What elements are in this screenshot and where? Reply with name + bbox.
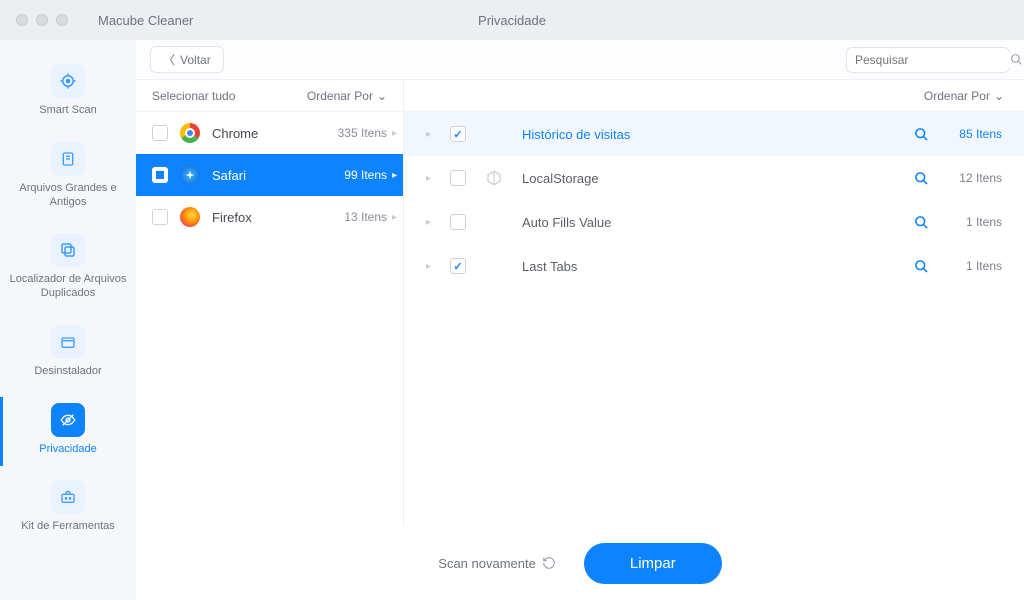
magnify-icon[interactable]	[914, 259, 929, 274]
sort-button[interactable]: Ordenar Por ⌄	[307, 89, 387, 103]
eye-off-icon	[51, 403, 85, 437]
chevron-right-icon: ▸	[392, 128, 397, 139]
sidebar-item-duplicates[interactable]: Localizador de Arquivos Duplicados	[0, 223, 136, 315]
category-name: LocalStorage	[522, 171, 896, 186]
rescan-label: Scan novamente	[438, 556, 536, 571]
magnify-icon[interactable]	[914, 127, 929, 142]
app-title: Macube Cleaner	[98, 13, 193, 28]
browser-row-safari[interactable]: Safari 99 Itens ▸	[136, 154, 403, 196]
sidebar-item-uninstaller[interactable]: Desinstalador	[0, 315, 136, 393]
chrome-icon	[180, 123, 200, 143]
chevron-right-icon: ▸	[426, 217, 432, 228]
archive-icon	[51, 325, 85, 359]
browser-list-header: Selecionar tudo Ordenar Por ⌄	[136, 80, 403, 112]
copy-icon	[51, 233, 85, 267]
sidebar-item-label: Localizador de Arquivos Duplicados	[6, 273, 130, 301]
sidebar: Smart Scan Arquivos Grandes e Antigos Lo…	[0, 40, 136, 600]
toolbar: 〈 Voltar	[136, 40, 1024, 80]
chevron-right-icon: ▸	[426, 261, 432, 272]
chevron-right-icon: ▸	[392, 212, 397, 223]
refresh-icon	[542, 556, 556, 570]
sidebar-item-smart-scan[interactable]: Smart Scan	[0, 54, 136, 132]
checkbox[interactable]	[450, 258, 466, 274]
sidebar-item-large-old[interactable]: Arquivos Grandes e Antigos	[0, 132, 136, 224]
category-count: 85 Itens	[947, 127, 1002, 141]
clean-button[interactable]: Limpar	[584, 543, 722, 584]
category-row-lasttabs[interactable]: ▸ Last Tabs 1 Itens	[404, 244, 1024, 288]
rescan-button[interactable]: Scan novamente	[438, 556, 556, 571]
search-field[interactable]	[846, 47, 1010, 73]
titlebar: Macube Cleaner Privacidade	[0, 0, 1024, 40]
sidebar-item-privacy[interactable]: Privacidade	[0, 393, 136, 471]
checkbox[interactable]	[152, 167, 168, 183]
checkbox[interactable]	[450, 126, 466, 142]
category-row-history[interactable]: ▸ Histórico de visitas 85 Itens	[404, 112, 1024, 156]
category-list-header: Ordenar Por ⌄	[404, 80, 1024, 112]
safari-icon	[180, 165, 200, 185]
close-dot[interactable]	[16, 14, 28, 26]
main: Smart Scan Arquivos Grandes e Antigos Lo…	[0, 40, 1024, 600]
checkbox[interactable]	[152, 125, 168, 141]
checkbox[interactable]	[152, 209, 168, 225]
columns: Selecionar tudo Ordenar Por ⌄ Chrome 335…	[136, 80, 1024, 526]
chevron-right-icon: ▸	[426, 129, 432, 140]
checkbox[interactable]	[450, 170, 466, 186]
category-count: 12 Itens	[947, 171, 1002, 185]
category-name: Histórico de visitas	[522, 127, 896, 142]
category-list: Ordenar Por ⌄ ▸ Histórico de visitas 85 …	[404, 80, 1024, 526]
browser-name: Firefox	[212, 210, 332, 225]
autofill-icon	[484, 212, 504, 232]
magnify-icon[interactable]	[914, 215, 929, 230]
sidebar-item-label: Kit de Ferramentas	[21, 520, 115, 534]
chevron-right-icon: ▸	[426, 173, 432, 184]
sidebar-item-label: Privacidade	[39, 443, 96, 457]
chevron-left-icon: 〈	[163, 51, 175, 68]
category-count: 1 Itens	[947, 259, 1002, 273]
browser-name: Chrome	[212, 126, 326, 141]
toolbox-icon	[51, 480, 85, 514]
category-name: Auto Fills Value	[522, 215, 896, 230]
magnify-icon[interactable]	[914, 171, 929, 186]
search-input[interactable]	[855, 53, 1010, 67]
zoom-dot[interactable]	[56, 14, 68, 26]
browser-count: 335 Itens	[338, 126, 387, 140]
chevron-right-icon: ▸	[392, 170, 397, 181]
sidebar-item-label: Arquivos Grandes e Antigos	[6, 182, 130, 210]
browser-row-chrome[interactable]: Chrome 335 Itens ▸	[136, 112, 403, 154]
tabs-icon	[484, 256, 504, 276]
category-name: Last Tabs	[522, 259, 896, 274]
target-icon	[51, 64, 85, 98]
category-row-localstorage[interactable]: ▸ LocalStorage 12 Itens	[404, 156, 1024, 200]
storage-icon	[484, 168, 504, 188]
back-button[interactable]: 〈 Voltar	[150, 46, 224, 73]
footer: Scan novamente Limpar	[136, 526, 1024, 600]
sort-button[interactable]: Ordenar Por ⌄	[924, 89, 1004, 103]
search-icon	[1010, 53, 1023, 66]
browser-name: Safari	[212, 168, 332, 183]
window-controls	[16, 14, 68, 26]
firefox-icon	[180, 207, 200, 227]
file-icon	[51, 142, 85, 176]
content: 〈 Voltar Selecionar tudo Ordenar Por ⌄	[136, 40, 1024, 600]
history-icon	[484, 124, 504, 144]
checkbox[interactable]	[450, 214, 466, 230]
sidebar-item-label: Desinstalador	[34, 365, 101, 379]
select-all-label[interactable]: Selecionar tudo	[152, 89, 235, 103]
window-title: Privacidade	[478, 13, 546, 28]
browser-count: 99 Itens	[344, 168, 387, 182]
sidebar-item-label: Smart Scan	[39, 104, 96, 118]
sidebar-item-toolkit[interactable]: Kit de Ferramentas	[0, 470, 136, 548]
browser-list: Selecionar tudo Ordenar Por ⌄ Chrome 335…	[136, 80, 404, 526]
chevron-down-icon: ⌄	[994, 89, 1004, 103]
category-row-autofill[interactable]: ▸ Auto Fills Value 1 Itens	[404, 200, 1024, 244]
back-label: Voltar	[180, 53, 211, 67]
category-count: 1 Itens	[947, 215, 1002, 229]
browser-row-firefox[interactable]: Firefox 13 Itens ▸	[136, 196, 403, 238]
minimize-dot[interactable]	[36, 14, 48, 26]
sort-label: Ordenar Por	[307, 89, 373, 103]
browser-count: 13 Itens	[344, 210, 387, 224]
chevron-down-icon: ⌄	[377, 89, 387, 103]
sort-label: Ordenar Por	[924, 89, 990, 103]
